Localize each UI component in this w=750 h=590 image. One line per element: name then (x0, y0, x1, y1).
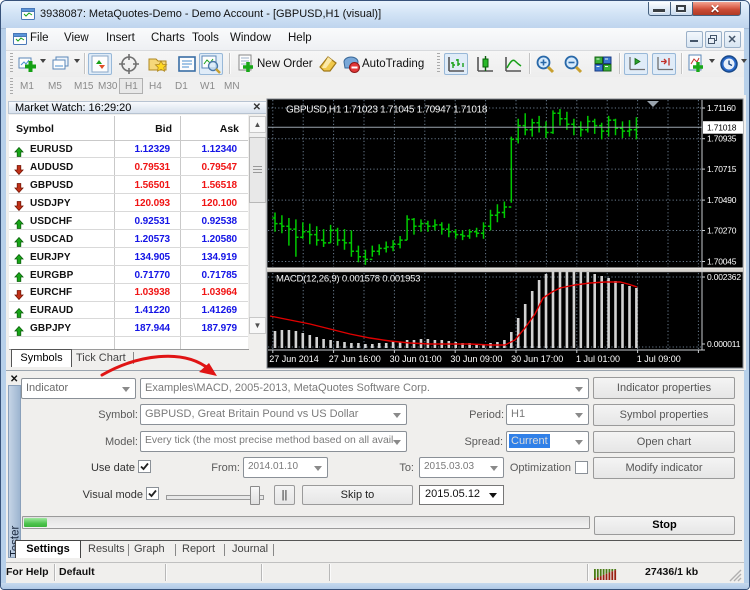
svg-text:1.70490: 1.70490 (707, 195, 737, 205)
svg-text:MACD(12,26,9) 0.001578 0.00195: MACD(12,26,9) 0.001578 0.001953 (276, 274, 420, 285)
svg-text:1.70045: 1.70045 (707, 257, 737, 267)
svg-text:1.70270: 1.70270 (707, 226, 737, 236)
svg-text:30 Jun 17:00: 30 Jun 17:00 (511, 354, 563, 364)
svg-text:0.002362: 0.002362 (707, 272, 741, 282)
svg-text:1.71018: 1.71018 (707, 123, 737, 133)
svg-text:1.70715: 1.70715 (707, 164, 737, 174)
svg-text:30 Jun 01:00: 30 Jun 01:00 (390, 354, 442, 364)
svg-text:1 Jul 01:00: 1 Jul 01:00 (576, 354, 620, 364)
svg-text:30 Jun 09:00: 30 Jun 09:00 (450, 354, 502, 364)
svg-text:27 Jun 16:00: 27 Jun 16:00 (329, 354, 381, 364)
svg-text:1.71160: 1.71160 (707, 103, 736, 113)
svg-text:27 Jun 2014: 27 Jun 2014 (269, 354, 319, 364)
svg-text:1.70935: 1.70935 (707, 134, 737, 144)
svg-text:0.000011: 0.000011 (707, 339, 741, 349)
svg-text:GBPUSD,H1 1.71023 1.71045 1.7: GBPUSD,H1 1.71023 1.71045 1.70947 1.7101… (286, 105, 488, 116)
svg-text:1 Jul 09:00: 1 Jul 09:00 (637, 354, 681, 364)
